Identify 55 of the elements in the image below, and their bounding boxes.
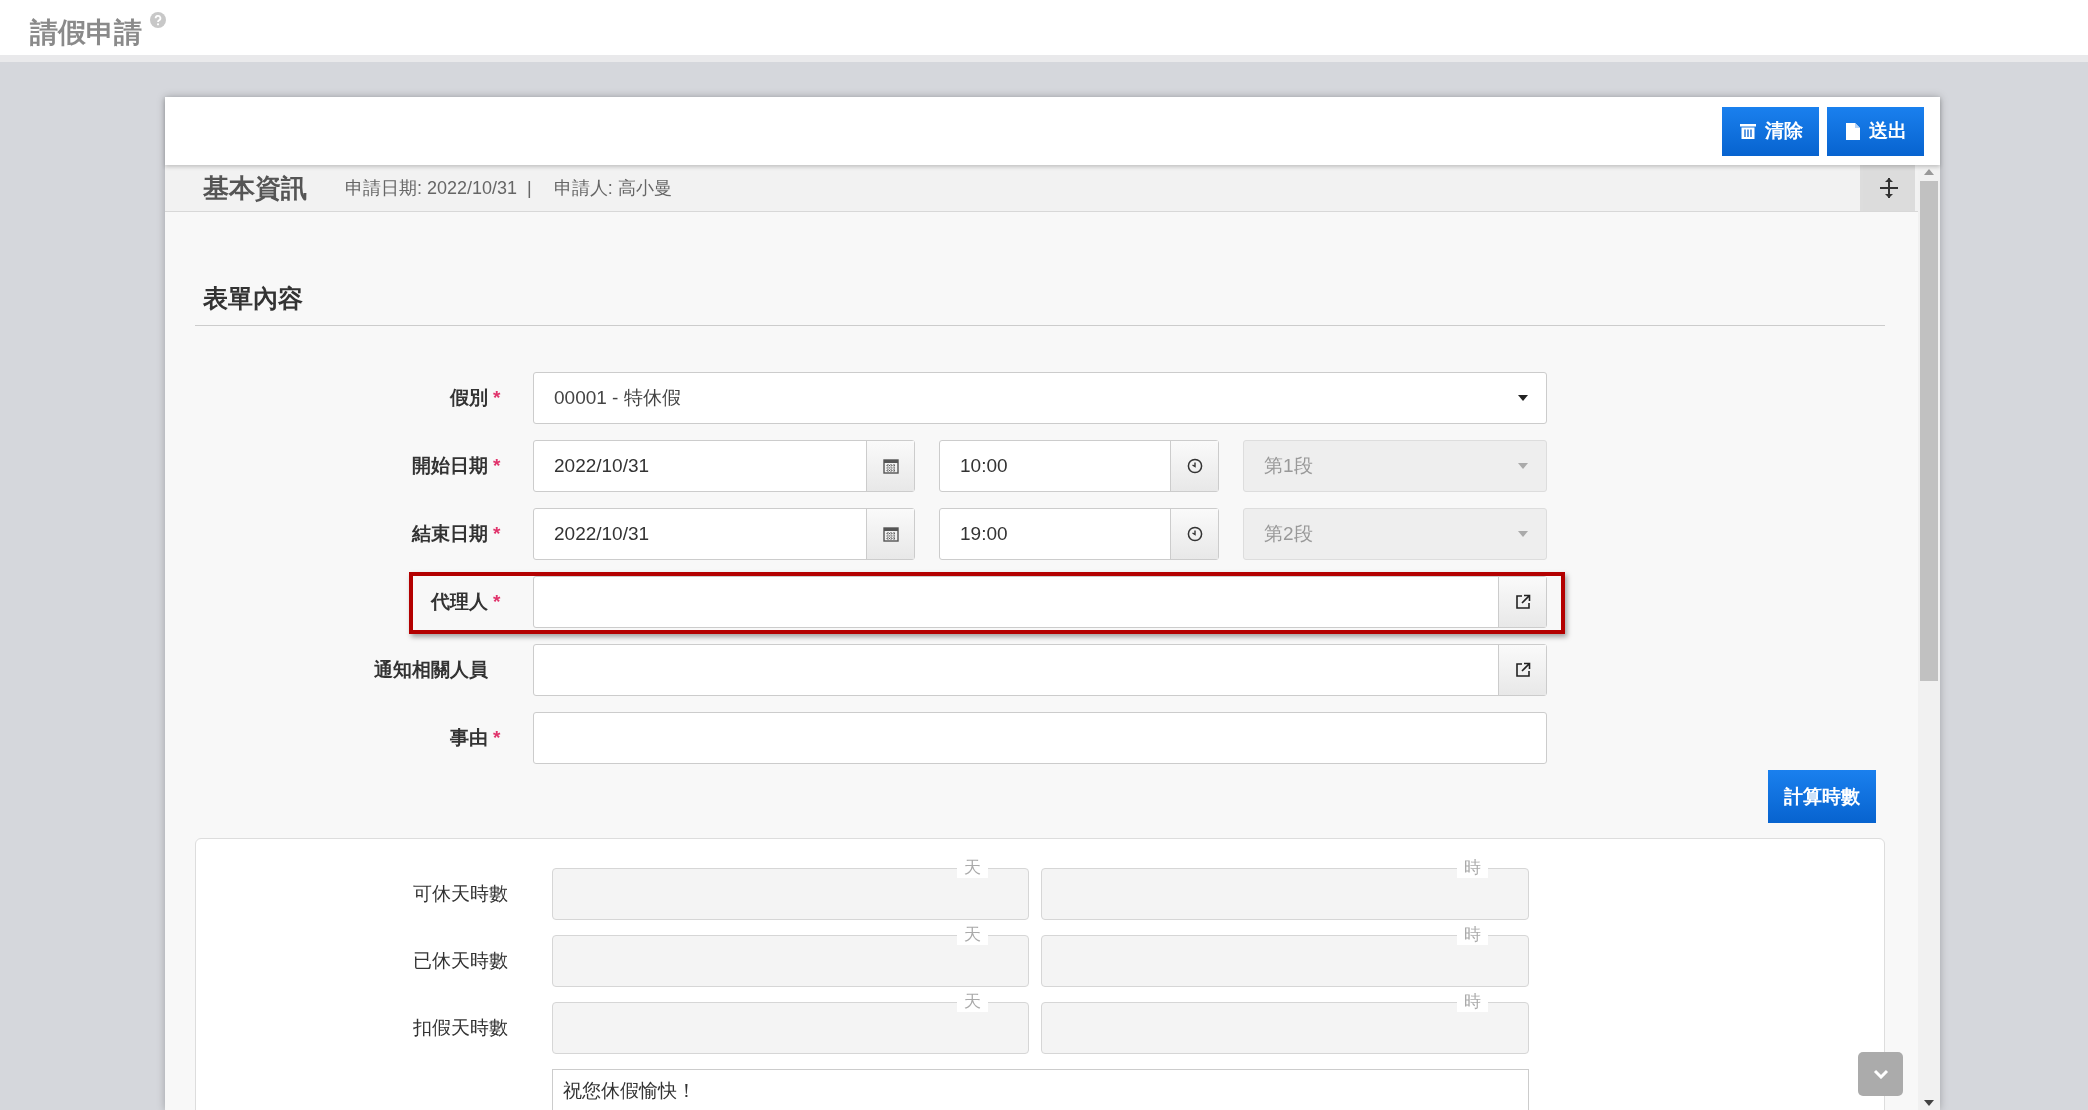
reason-field[interactable] xyxy=(533,712,1547,764)
required-mark: * xyxy=(493,455,502,477)
calendar-icon[interactable] xyxy=(882,526,899,542)
leave-type-select[interactable]: 00001 - 特休假 xyxy=(533,372,1547,424)
applicant: 申請人: 高小曼 xyxy=(553,177,672,200)
summary-label: 扣假天時數 xyxy=(412,1016,509,1040)
summary-label: 已休天時數 xyxy=(412,949,509,973)
unit-label: 時 xyxy=(1457,925,1488,945)
external-link-icon[interactable] xyxy=(1514,662,1531,678)
separator: | xyxy=(527,177,532,199)
clear-button[interactable]: 清除 xyxy=(1722,106,1819,156)
apply-date: 申請日期: 2022/10/31 xyxy=(345,177,518,200)
scrollbar[interactable] xyxy=(1918,165,1940,1110)
caret-icon xyxy=(1518,531,1528,537)
unit-label: 天 xyxy=(957,925,988,945)
trash-icon xyxy=(1738,122,1757,140)
scrollbar-thumb[interactable] xyxy=(1920,181,1938,681)
document-icon xyxy=(1844,121,1861,141)
field-label: 開始日期 xyxy=(412,454,488,478)
clock-icon[interactable] xyxy=(1186,458,1203,474)
picker-field[interactable] xyxy=(533,644,1547,696)
section-title: 基本資訊 xyxy=(203,171,307,205)
calculate-hours-button[interactable]: 計算時數 xyxy=(1768,770,1876,823)
unit-label: 時 xyxy=(1457,858,1488,878)
time-field[interactable]: 19:00 xyxy=(939,508,1219,560)
date-field[interactable]: 2022/10/31 xyxy=(533,440,915,492)
external-link-icon[interactable] xyxy=(1514,594,1531,610)
required-mark: * xyxy=(493,387,502,409)
time-field[interactable]: 10:00 xyxy=(939,440,1219,492)
date-field[interactable]: 2022/10/31 xyxy=(533,508,915,560)
field-label: 代理人 xyxy=(431,590,488,614)
unit-label: 天 xyxy=(957,858,988,878)
caret-icon xyxy=(1518,463,1528,469)
field-label: 通知相關人員 xyxy=(374,658,488,682)
move-button[interactable] xyxy=(1860,165,1915,211)
move-icon xyxy=(1879,177,1899,199)
caret-icon xyxy=(1518,395,1528,401)
required-mark: * xyxy=(493,523,502,545)
form-title: 表單內容 xyxy=(195,282,1885,326)
calendar-icon[interactable] xyxy=(882,458,899,474)
field-label: 假別 xyxy=(450,386,488,410)
scroll-down-icon[interactable] xyxy=(1924,1100,1934,1106)
field-label: 結束日期 xyxy=(412,522,488,546)
field-label: 事由 xyxy=(450,726,488,750)
picker-field[interactable] xyxy=(533,576,1547,628)
unit-label: 天 xyxy=(957,992,988,1012)
clock-icon[interactable] xyxy=(1186,526,1203,542)
required-mark: * xyxy=(493,591,502,613)
chevron-down-icon xyxy=(1872,1069,1889,1079)
required-mark: * xyxy=(493,727,502,749)
note-text: 祝您休假愉快！ xyxy=(563,1080,696,1101)
summary-label: 可休天時數 xyxy=(412,882,509,906)
submit-button[interactable]: 送出 xyxy=(1827,106,1924,156)
page-title: 請假申請 xyxy=(30,16,142,50)
unit-label: 時 xyxy=(1457,992,1488,1012)
